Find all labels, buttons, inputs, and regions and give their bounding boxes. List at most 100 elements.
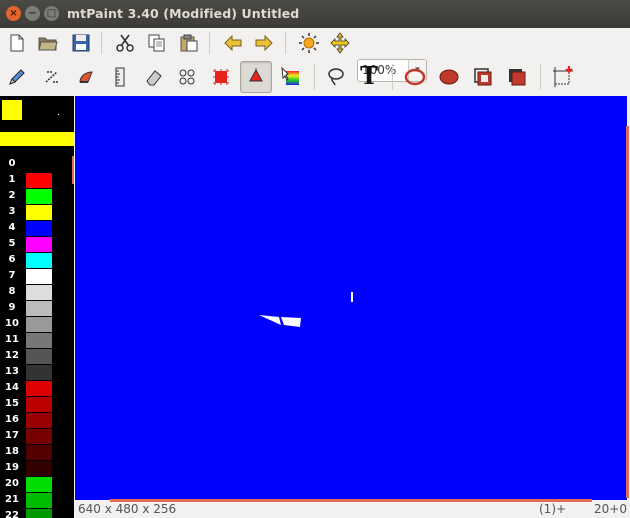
palette-entry[interactable]: 7	[0, 268, 74, 284]
palette-entry[interactable]: 17	[0, 428, 74, 444]
palette-entry[interactable]: 11	[0, 332, 74, 348]
copy-icon[interactable]	[144, 30, 170, 56]
palette-entry[interactable]: 9	[0, 300, 74, 316]
palette-color-swatch[interactable]	[26, 381, 52, 396]
palette-entry[interactable]: 19	[0, 460, 74, 476]
cut-icon[interactable]	[112, 30, 138, 56]
palette-entry[interactable]: 4	[0, 220, 74, 236]
palette-color-swatch[interactable]	[26, 189, 52, 204]
palette-color-swatch[interactable]	[26, 509, 52, 518]
palette-entry[interactable]: 3	[0, 204, 74, 220]
spray-tool-icon[interactable]	[208, 64, 234, 90]
paste-icon[interactable]	[176, 30, 202, 56]
pencil-tool-icon[interactable]	[4, 64, 30, 90]
palette-color-swatch[interactable]	[26, 413, 52, 428]
palette-color-swatch[interactable]	[26, 317, 52, 332]
swatch-marker	[58, 114, 59, 115]
redo-arrow-icon[interactable]	[251, 30, 277, 56]
palette-color-swatch[interactable]	[26, 477, 52, 492]
toolbar-separator	[285, 32, 286, 54]
open-folder-icon[interactable]	[35, 30, 61, 56]
palette-index: 0	[8, 158, 16, 169]
text-tool-icon[interactable]: T	[356, 61, 382, 90]
toolbar-separator	[314, 64, 315, 90]
palette-index: 2	[8, 190, 16, 201]
status-bar: 640 x 480 x 256 (1)+ 20+0	[74, 502, 630, 518]
palette-list: 0 1 2 3 4 5 6 7 8 9 10 11 12 13 14 15 16 17 18 19 20 21 22	[0, 156, 74, 518]
palette-entry[interactable]: 1	[0, 172, 74, 188]
palette-entry[interactable]: 6	[0, 252, 74, 268]
pan-move-icon[interactable]	[327, 30, 353, 56]
main-toolbar: 100% ▾	[0, 28, 630, 82]
palette-color-swatch[interactable]	[26, 333, 52, 348]
color-swatches	[0, 96, 74, 148]
palette-index: 14	[5, 382, 19, 393]
palette-entry[interactable]: 10	[0, 316, 74, 332]
palette-entry[interactable]: 18	[0, 444, 74, 460]
palette-index: 15	[5, 398, 19, 409]
undo-arrow-icon[interactable]	[220, 30, 246, 56]
line-tool-icon[interactable]	[39, 64, 65, 90]
maximize-window-button[interactable]: □	[44, 6, 59, 21]
palette-index: 3	[8, 206, 16, 217]
palette-color-swatch[interactable]	[26, 221, 52, 236]
minimize-window-button[interactable]: −	[25, 6, 40, 21]
new-file-icon[interactable]	[4, 30, 30, 56]
smudge-tool-icon[interactable]	[73, 64, 99, 90]
palette-index: 21	[5, 494, 19, 505]
palette-entry[interactable]: 21	[0, 492, 74, 508]
palette-color-swatch[interactable]	[26, 173, 52, 188]
palette-color-swatch[interactable]	[26, 493, 52, 508]
palette-color-swatch[interactable]	[26, 205, 52, 220]
save-icon[interactable]	[68, 30, 94, 56]
gradient-tool-icon[interactable]	[278, 64, 304, 90]
palette-color-swatch[interactable]	[26, 397, 52, 412]
palette-entry[interactable]: 14	[0, 380, 74, 396]
ruler-tool-icon[interactable]	[107, 64, 133, 90]
palette-color-swatch[interactable]	[26, 253, 52, 268]
palette-entry[interactable]: 22	[0, 508, 74, 518]
pattern-preview[interactable]	[0, 132, 74, 146]
palette-color-swatch[interactable]	[26, 301, 52, 316]
brightness-sun-icon[interactable]	[296, 30, 322, 56]
palette-entry[interactable]: 0	[0, 156, 74, 172]
background-color-swatch[interactable]	[24, 100, 72, 120]
rectangle-outline-icon[interactable]	[470, 64, 496, 90]
palette-entry[interactable]: 8	[0, 284, 74, 300]
palette-entry[interactable]: 12	[0, 348, 74, 364]
lasso-tool-icon[interactable]	[323, 64, 349, 90]
rectangle-filled-icon[interactable]	[504, 64, 530, 90]
cursor-position: 20+0	[594, 502, 627, 516]
palette-index: 22	[5, 510, 19, 518]
palette-color-swatch[interactable]	[26, 157, 52, 172]
select-rectangle-icon[interactable]	[550, 64, 576, 90]
palette-entry[interactable]: 20	[0, 476, 74, 492]
palette-color-swatch[interactable]	[26, 445, 52, 460]
close-window-button[interactable]: ×	[6, 6, 21, 21]
ellipse-outline-icon[interactable]	[402, 64, 428, 90]
ellipse-filled-icon[interactable]	[436, 64, 462, 90]
palette-index: 4	[8, 222, 16, 233]
palette-color-swatch[interactable]	[26, 429, 52, 444]
palette-entry[interactable]: 5	[0, 236, 74, 252]
text-cursor-mark	[351, 292, 353, 302]
white-stroke-shape	[281, 317, 301, 327]
clone-tool-icon[interactable]	[174, 64, 200, 90]
palette-entry[interactable]: 16	[0, 412, 74, 428]
selection-indicator: (1)+	[539, 502, 567, 516]
palette-entry[interactable]: 13	[0, 364, 74, 380]
palette-color-swatch[interactable]	[26, 461, 52, 476]
palette-color-swatch[interactable]	[26, 237, 52, 252]
palette-index: 11	[5, 334, 19, 345]
foreground-color-swatch[interactable]	[2, 100, 22, 120]
vertical-scrollbar[interactable]	[626, 126, 629, 498]
palette-color-swatch[interactable]	[26, 349, 52, 364]
palette-entry[interactable]: 2	[0, 188, 74, 204]
eraser-tool-icon[interactable]	[141, 64, 167, 90]
palette-entry[interactable]: 15	[0, 396, 74, 412]
palette-color-swatch[interactable]	[26, 365, 52, 380]
fill-tool-icon[interactable]	[240, 61, 272, 93]
title-bar: × − □ mtPaint 3.40 (Modified) Untitled	[0, 0, 630, 28]
palette-color-swatch[interactable]	[26, 269, 52, 284]
palette-color-swatch[interactable]	[26, 285, 52, 300]
